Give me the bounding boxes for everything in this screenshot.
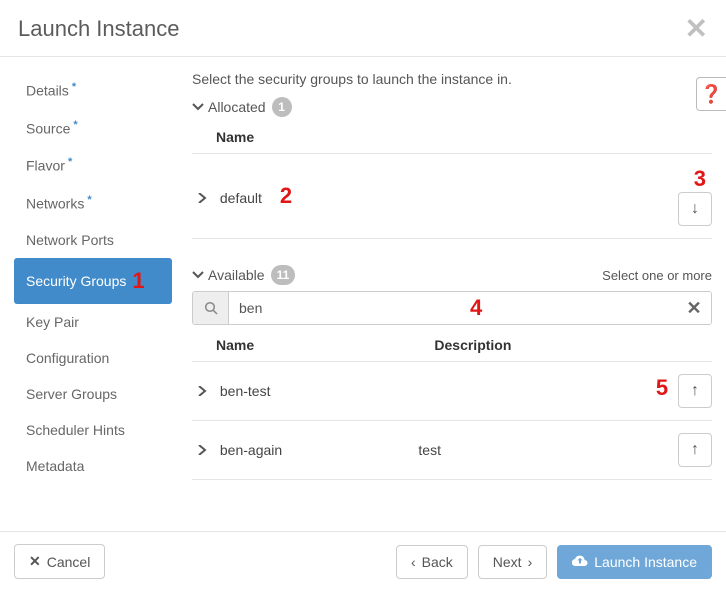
allocate-button[interactable]: ↑ [678, 374, 712, 408]
available-row: ben-test 5 ↑ [192, 362, 712, 421]
sidebar-item-source[interactable]: Source [14, 109, 172, 147]
back-label: Back [422, 554, 453, 570]
launch-instance-button[interactable]: Launch Instance [557, 545, 712, 579]
row-expander[interactable] [192, 386, 212, 396]
sidebar-item-label: Scheduler Hints [26, 422, 125, 438]
available-row: ben-again test ↑ [192, 421, 712, 480]
allocated-count-badge: 1 [272, 97, 292, 117]
search-input[interactable] [229, 292, 677, 324]
available-row-name: ben-again [220, 442, 282, 458]
chevron-right-icon [197, 386, 207, 396]
available-label: Available [208, 267, 265, 283]
allocate-button[interactable]: ↑ [678, 433, 712, 467]
dialog-body: Details Source Flavor Networks Network P… [0, 57, 726, 484]
close-icon: ✕ [29, 553, 41, 570]
cloud-upload-icon [572, 554, 588, 570]
available-count-badge: 11 [271, 265, 296, 285]
sidebar-item-key-pair[interactable]: Key Pair [14, 304, 172, 340]
annotation-5: 5 [656, 375, 668, 400]
sidebar-item-details[interactable]: Details [14, 71, 172, 109]
chevron-right-icon [197, 193, 207, 203]
main-pane: ❓ Select the security groups to launch t… [180, 71, 712, 484]
sidebar-item-networks[interactable]: Networks [14, 184, 172, 222]
sidebar-item-flavor[interactable]: Flavor [14, 146, 172, 184]
launch-label: Launch Instance [594, 554, 697, 570]
arrow-up-icon: ↑ [691, 441, 699, 459]
arrow-up-icon: ↑ [691, 382, 699, 400]
sidebar-item-label: Source [26, 119, 78, 137]
allocated-col-name: Name [192, 121, 652, 154]
sidebar-item-label: Metadata [26, 458, 84, 474]
sidebar-item-label: Key Pair [26, 314, 79, 330]
row-expander[interactable] [192, 445, 212, 455]
dialog-header: Launch Instance ✕ [0, 0, 726, 57]
clear-search-button[interactable]: ✕ [677, 292, 711, 324]
sidebar-item-label: Networks [26, 194, 92, 212]
available-col-name: Name [192, 329, 410, 362]
cancel-button[interactable]: ✕ Cancel [14, 544, 105, 579]
annotation-1: 1 [132, 268, 144, 294]
available-row-description: test [410, 421, 642, 480]
chevron-down-icon [192, 101, 204, 113]
available-header: Available 11 Select one or more [192, 265, 712, 285]
sidebar-item-metadata[interactable]: Metadata [14, 448, 172, 484]
chevron-right-icon [197, 445, 207, 455]
available-table: Name Description ben-test 5 [192, 329, 712, 480]
search-icon [204, 301, 218, 315]
allocated-row-name: default [220, 190, 262, 206]
available-row-name: ben-test [220, 383, 271, 399]
deallocate-button[interactable]: ↓ [678, 192, 712, 226]
search-bar: 4 ✕ [192, 291, 712, 325]
sidebar-item-scheduler-hints[interactable]: Scheduler Hints [14, 412, 172, 448]
help-icon: ❓ [700, 84, 722, 105]
annotation-3: 3 [694, 166, 706, 191]
available-row-description [410, 362, 642, 421]
sidebar-item-label: Configuration [26, 350, 109, 366]
sidebar-item-label: Network Ports [26, 232, 114, 248]
chevron-down-icon [192, 269, 204, 281]
sidebar-item-network-ports[interactable]: Network Ports [14, 222, 172, 258]
back-button[interactable]: ‹ Back [396, 545, 468, 579]
close-icon: ✕ [686, 298, 701, 319]
chevron-right-icon: › [528, 554, 533, 570]
wizard-sidebar: Details Source Flavor Networks Network P… [14, 71, 180, 484]
chevron-left-icon: ‹ [411, 554, 416, 570]
dialog-title: Launch Instance [18, 16, 179, 42]
annotation-2: 2 [280, 183, 292, 208]
sidebar-item-label: Flavor [26, 156, 72, 174]
allocated-label: Allocated [208, 99, 266, 115]
allocated-header[interactable]: Allocated 1 [192, 97, 712, 117]
arrow-down-icon: ↓ [691, 200, 699, 218]
available-toggle[interactable]: Available 11 [192, 265, 295, 285]
allocated-row: default 2 3 ↓ [192, 154, 712, 239]
dialog-footer: ✕ Cancel ‹ Back Next › Launch Instance [0, 531, 726, 591]
sidebar-item-label: Security Groups [26, 273, 126, 289]
row-expander[interactable] [192, 193, 212, 203]
instruction-text: Select the security groups to launch the… [192, 71, 712, 87]
search-icon-box[interactable] [193, 292, 229, 324]
next-button[interactable]: Next › [478, 545, 547, 579]
footer-right: ‹ Back Next › Launch Instance [396, 545, 712, 579]
cancel-label: Cancel [47, 554, 91, 570]
sidebar-item-security-groups[interactable]: Security Groups 1 [14, 258, 172, 304]
allocated-table: Name default 2 3 ↓ [192, 121, 712, 239]
available-col-description: Description [410, 329, 642, 362]
next-label: Next [493, 554, 522, 570]
sidebar-item-label: Details [26, 81, 76, 99]
sidebar-item-configuration[interactable]: Configuration [14, 340, 172, 376]
close-icon[interactable]: ✕ [685, 20, 708, 38]
select-hint: Select one or more [602, 268, 712, 283]
sidebar-item-label: Server Groups [26, 386, 117, 402]
sidebar-item-server-groups[interactable]: Server Groups [14, 376, 172, 412]
help-button[interactable]: ❓ [696, 77, 726, 111]
